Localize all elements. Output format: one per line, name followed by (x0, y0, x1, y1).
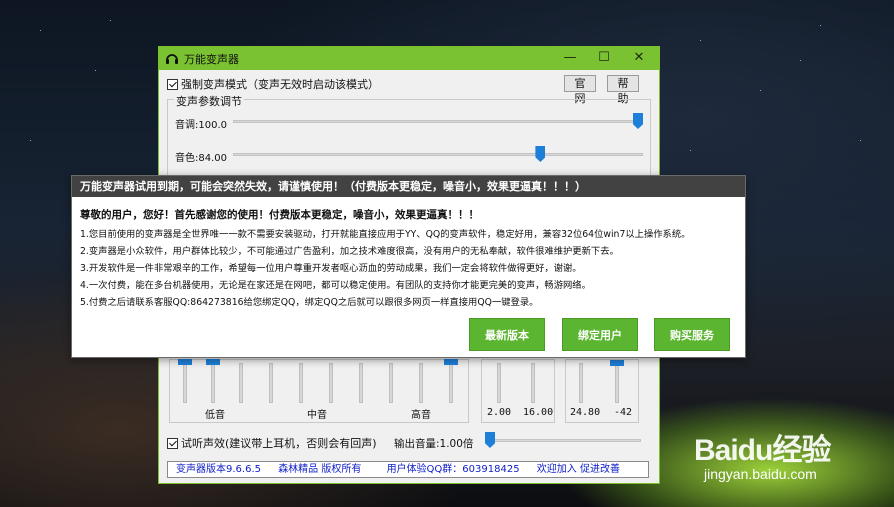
join-link[interactable]: 欢迎加入 促进改善 (537, 464, 620, 475)
buy-service-button[interactable]: 购买服务 (654, 318, 730, 351)
dialog-line-1: 1.您目前使用的变声器是全世界唯一一款不需要安装驱动，打开就能直接应用于YY、Q… (80, 229, 691, 240)
listen-checkbox[interactable] (167, 438, 178, 449)
eq-mid-label: 中音 (307, 410, 327, 421)
eq-slider-10[interactable] (449, 363, 453, 403)
eq-slider-6[interactable] (329, 363, 333, 403)
version-text: 变声器版本9.6.6.5 (176, 464, 261, 475)
effect3-slider-1[interactable] (579, 363, 583, 403)
eq-slider-1[interactable] (183, 363, 187, 403)
minimize-icon: — (563, 50, 577, 65)
author-text: 森林精品 版权所有 (278, 464, 362, 475)
qq-group-text: 用户体验QQ群：603918425 (386, 464, 520, 475)
force-mode-row: 强制变声模式（变声无效时启动该模式） (167, 76, 379, 92)
eq-high-label: 高音 (411, 410, 431, 421)
dialog-header: 万能变声器试用到期，可能会突然失效，请谨慎使用！（付费版本更稳定，噪音小，效果更… (72, 176, 745, 197)
dialog-line-5: 5.付费之后请联系客服QQ:864273816给您绑定QQ，绑定QQ之后就可以跟… (80, 297, 539, 308)
listen-row: 试听声效(建议带上耳机，否则会有回声) (167, 435, 377, 451)
eq-slider-2[interactable] (211, 363, 215, 403)
trial-expired-dialog: 万能变声器试用到期，可能会突然失效，请谨慎使用！（付费版本更稳定，噪音小，效果更… (71, 175, 746, 358)
force-mode-checkbox[interactable] (167, 79, 178, 90)
timbre-slider-track[interactable] (233, 153, 643, 156)
watermark-url: jingyan.baidu.com (704, 466, 817, 482)
headphones-icon (166, 54, 178, 64)
listen-label: 试听声效(建议带上耳机，否则会有回声) (181, 437, 377, 450)
eq-slider-9[interactable] (419, 363, 423, 403)
dialog-line-3: 3.开发软件是一件非常艰辛的工作，希望每一位用户尊重开发者呕心沥血的劳动成果，我… (80, 263, 582, 274)
bind-user-button[interactable]: 绑定用户 (562, 318, 638, 351)
dialog-line-2: 2.变声器是小众软件，用户群体比较少，不可能通过广告盈利，加之技术难度很高，没有… (80, 246, 619, 257)
effect2-slider-1[interactable] (497, 363, 501, 403)
pitch-label: 音调:100.0 (175, 120, 227, 131)
eq-slider-10-thumb[interactable] (444, 359, 458, 365)
close-icon: ✕ (633, 50, 645, 65)
status-bar: 变声器版本9.6.6.5 森林精品 版权所有 用户体验QQ群：603918425… (167, 461, 649, 478)
maximize-button[interactable]: ☐ (587, 47, 621, 70)
title-bar[interactable]: 万能变声器 — ☐ ✕ (159, 47, 659, 70)
eq-slider-3[interactable] (239, 363, 243, 403)
eq-low-label: 低音 (205, 410, 225, 421)
effect2-slider-2[interactable] (531, 363, 535, 403)
dialog-line-4: 4.一次付费，能在多台机器使用，无论是在家还是在网吧，都可以稳定使用。有团队的支… (80, 280, 591, 291)
output-volume-track[interactable] (489, 439, 641, 442)
eq-slider-7[interactable] (359, 363, 363, 403)
help-button[interactable]: 帮助 (607, 75, 639, 105)
voice-params-group (167, 99, 651, 177)
latest-version-button[interactable]: 最新版本 (469, 318, 545, 351)
voice-params-title: 变声参数调节 (174, 93, 244, 109)
effect3-value-2: -42 (614, 407, 633, 418)
official-site-button[interactable]: 官网 (564, 75, 596, 105)
minimize-button[interactable]: — (553, 47, 587, 70)
baidu-jingyan-logo: Baidu经验 (694, 425, 831, 469)
force-mode-label: 强制变声模式（变声无效时启动该模式） (181, 78, 379, 91)
pitch-slider-track[interactable] (233, 120, 643, 123)
dialog-greeting: 尊敬的用户，您好！首先感谢您的使用！付费版本更稳定，噪音小，效果更逼真！！！ (80, 209, 479, 221)
eq-slider-8[interactable] (389, 363, 393, 403)
effect3-slider-2-thumb[interactable] (610, 360, 624, 366)
window-title: 万能变声器 (184, 53, 239, 66)
eq-slider-5[interactable] (299, 363, 303, 403)
maximize-icon: ☐ (598, 50, 610, 65)
effect3-value-1: 24.80 (570, 407, 601, 418)
close-button[interactable]: ✕ (622, 47, 656, 70)
baidu-logo-text: Baidu经验 (694, 434, 831, 467)
output-volume-label: 输出音量:1.00倍 (394, 438, 474, 450)
effect2-value-1: 2.00 (487, 407, 512, 418)
effect3-slider-2[interactable] (615, 363, 619, 403)
output-volume-thumb[interactable] (485, 432, 495, 448)
eq-slider-2-thumb[interactable] (206, 359, 220, 365)
eq-slider-1-thumb[interactable] (178, 359, 192, 365)
timbre-label: 音色:84.00 (175, 153, 227, 164)
effect2-value-2: 16.00 (523, 407, 554, 418)
eq-slider-4[interactable] (269, 363, 273, 403)
